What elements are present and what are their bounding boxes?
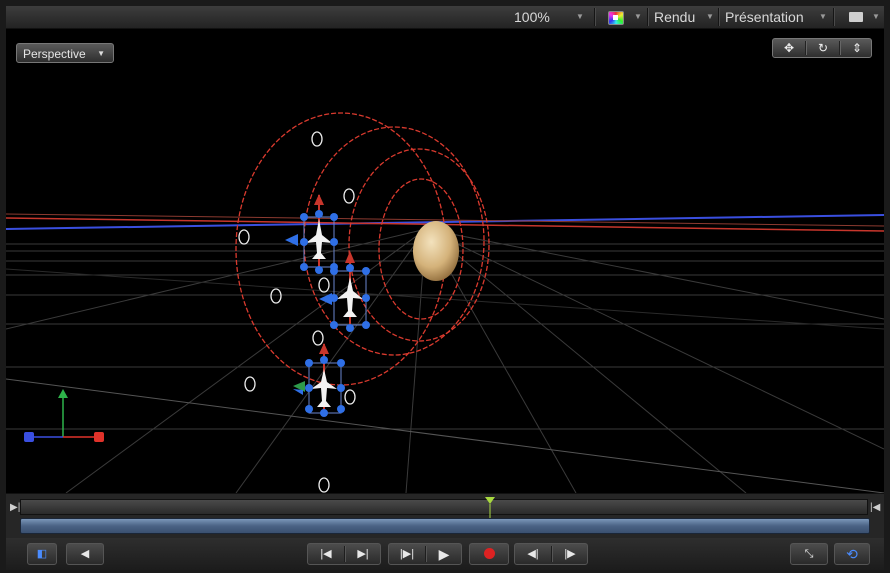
go-to-end-icon[interactable]: ▶| [345, 544, 381, 564]
fullscreen-icon: ⤡ [804, 548, 814, 560]
airplane-object[interactable] [285, 194, 338, 274]
presentation-dropdown-icon[interactable]: ▼ [819, 6, 827, 28]
layout-dropdown-icon[interactable]: ▼ [872, 6, 880, 28]
out-point-icon[interactable]: |◀ [870, 502, 880, 513]
view-tools-divider [839, 41, 840, 55]
particle-markers[interactable] [238, 131, 356, 493]
layout-icon[interactable] [849, 12, 863, 22]
show-timing-button[interactable]: ◧ [27, 543, 57, 565]
toolbar-divider [647, 8, 648, 26]
canvas-toolbar: 100% ▼ ▼ Rendu ▼ Présentation ▼ ▼ [6, 6, 884, 29]
zoom-dropdown-icon[interactable]: ▼ [576, 6, 584, 28]
timeline-ruler[interactable] [20, 499, 868, 515]
pan-icon[interactable]: ✥ [773, 39, 805, 57]
color-channels-icon[interactable] [608, 11, 624, 25]
audio-button[interactable]: ◀ [66, 543, 104, 565]
presentation-menu[interactable]: Présentation [725, 6, 804, 28]
toolbar-divider [718, 8, 719, 26]
record-icon [483, 548, 495, 559]
camera-menu[interactable]: Perspective ▼ [16, 43, 114, 63]
go-to-start-end-group: |◀ ▶| [307, 543, 381, 565]
next-keyframe-icon[interactable]: |▶ [552, 544, 588, 564]
loop-icon: ⟲ [846, 546, 858, 562]
play-group: |▶| ▶ [388, 543, 462, 565]
3d-view-tools: ✥ ↻ ⇕ [772, 38, 872, 58]
axis-gizmo-icon [24, 389, 104, 442]
show-timing-icon: ◧ [36, 548, 48, 560]
audio-icon: ◀ [80, 548, 90, 560]
motion-canvas-window: 100% ▼ ▼ Rendu ▼ Présentation ▼ ▼ Perspe… [0, 0, 890, 573]
in-point-icon[interactable]: ▶| [10, 502, 20, 513]
keyframe-nav-group: ◀| |▶ [514, 543, 588, 565]
play-selection-icon[interactable]: |▶| [389, 544, 425, 564]
render-dropdown-icon[interactable]: ▼ [706, 6, 714, 28]
camera-menu-label: Perspective [23, 47, 86, 61]
playhead-icon[interactable] [484, 496, 496, 520]
timeline-track[interactable] [20, 518, 870, 534]
go-to-start-icon[interactable]: |◀ [308, 544, 344, 564]
sphere-object[interactable] [413, 221, 459, 281]
canvas-viewport[interactable]: Perspective ▼ ✥ ↻ ⇕ [6, 29, 884, 493]
view-tools-divider [805, 41, 806, 55]
mini-timeline: ▶| |◀ [6, 493, 884, 538]
play-icon[interactable]: ▶ [426, 544, 462, 564]
previous-keyframe-icon[interactable]: ◀| [515, 544, 551, 564]
airplane-object[interactable] [293, 343, 345, 417]
loop-button[interactable]: ⟲ [834, 543, 870, 565]
render-menu[interactable]: Rendu [654, 6, 695, 28]
zoom-level-menu[interactable]: 100% [514, 6, 550, 28]
fullscreen-button[interactable]: ⤡ [790, 543, 828, 565]
channels-dropdown-icon[interactable]: ▼ [634, 6, 642, 28]
toolbar-divider [833, 8, 834, 26]
transport-bar: ◧ ◀ |◀ ▶| |▶| ▶ ◀| |▶ ⤡ ⟲ [6, 538, 884, 570]
3d-scene[interactable] [6, 29, 884, 493]
dolly-icon[interactable]: ⇕ [841, 39, 873, 57]
record-button[interactable] [469, 543, 509, 565]
orbit-icon[interactable]: ↻ [807, 39, 839, 57]
toolbar-divider [594, 8, 595, 26]
chevron-down-icon: ▼ [97, 49, 105, 58]
